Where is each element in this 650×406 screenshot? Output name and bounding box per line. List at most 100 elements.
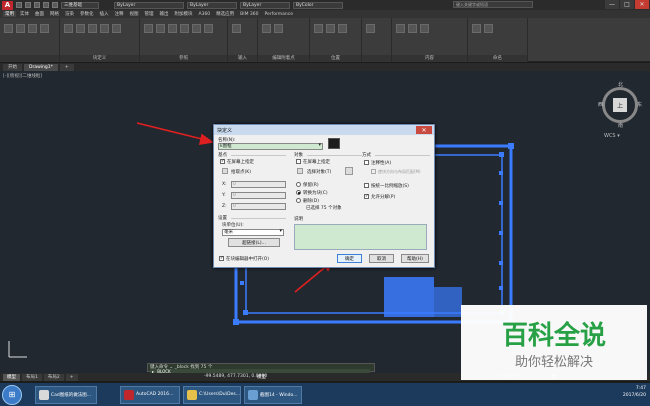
block-name-combo[interactable]: k图框 [218, 143, 323, 150]
tab-drawing1[interactable]: Drawing1* [24, 63, 58, 71]
ribbon-tab[interactable]: 曲面 [33, 11, 46, 17]
ok-button[interactable]: 确定 [337, 254, 362, 263]
linetype-combo[interactable]: ByLayer [187, 1, 237, 9]
ribbon-tab[interactable]: A360 [197, 12, 213, 17]
title-bar: A 三维基础 ByLayer ByLayer ByLayer ByColor [0, 0, 650, 10]
ribbon-tab[interactable]: 注释 [113, 11, 126, 17]
ribbon-tab[interactable]: Performance [263, 12, 296, 17]
redo-icon[interactable] [52, 2, 58, 8]
wcs-menu[interactable]: WCS ▾ [604, 133, 620, 139]
taskbar-item[interactable]: AutoCAD 2016... [120, 385, 180, 404]
base-z-input[interactable]: 0 [231, 203, 286, 210]
select-objects-button[interactable]: 选择对象(T) [307, 169, 331, 175]
maximize-button[interactable]: □ [620, 0, 634, 9]
description-textarea[interactable] [294, 224, 427, 250]
taskbar-item[interactable]: 截图14 - Windo... [244, 385, 302, 404]
convert-to-block-radio[interactable] [296, 190, 301, 195]
taskbar-item[interactable]: Cad图纸的做法图... [35, 385, 97, 404]
dialog-close-button[interactable]: ✕ [416, 126, 432, 134]
close-button[interactable]: ✕ [635, 0, 649, 9]
objects-specify-on-screen-checkbox[interactable] [296, 159, 301, 164]
autocad-logo-icon[interactable]: A [2, 0, 13, 10]
ribbon-tab[interactable]: BIM 360 [238, 12, 260, 17]
search-input[interactable]: 键入关键字或短语 [453, 1, 533, 8]
minimize-button[interactable]: — [605, 0, 619, 9]
watermark-subtitle: 助你轻松解决 [514, 355, 593, 370]
ribbon-tab[interactable]: 视图 [128, 11, 141, 17]
tab-new[interactable]: + [59, 63, 74, 71]
tab-start[interactable]: 开始 [3, 63, 22, 71]
save-icon[interactable] [34, 2, 40, 8]
selected-count: 已选择 75 个对象 [306, 206, 342, 211]
block-unit-select[interactable]: 毫米 [222, 229, 284, 236]
ribbon-tab[interactable]: 实体 [18, 11, 31, 17]
ribbon-tab[interactable]: 网格 [48, 11, 61, 17]
ribbon-tab[interactable]: 常用 [3, 11, 16, 17]
match-orientation-label: 使块方向与布局匹配(M) [378, 169, 421, 174]
dialog-titlebar: 块定义 [214, 125, 434, 135]
tab-add-layout[interactable]: + [65, 373, 78, 381]
settings-title: 设置 [218, 216, 227, 221]
lineweight-combo[interactable]: ByLayer [240, 1, 290, 9]
scale-uniformly-checkbox[interactable] [364, 183, 369, 188]
ribbon-tab[interactable]: 精选应用 [214, 11, 236, 17]
compass-east[interactable]: 东 [637, 101, 642, 108]
ribbon-icons[interactable] [366, 24, 387, 48]
new-file-icon[interactable] [16, 2, 22, 8]
base-specify-on-screen-checkbox[interactable]: ✓ [220, 159, 225, 164]
model-space-toggle[interactable]: 模型 [257, 374, 266, 380]
quick-select-icon[interactable] [345, 167, 353, 175]
ribbon-icons[interactable] [314, 24, 357, 48]
ribbon-tab[interactable]: 输出 [158, 11, 171, 17]
compass-west[interactable]: 西 [598, 101, 603, 108]
document-tabs: 开始 Drawing1* + [0, 63, 650, 71]
block-unit-label: 块单位(U): [222, 223, 244, 228]
ribbon-icons[interactable] [262, 24, 305, 48]
start-button[interactable]: ⊞ [2, 384, 22, 405]
convert-to-block-label: 转换为块(C) [303, 191, 328, 196]
pick-point-icon[interactable] [222, 168, 228, 174]
allow-exploding-checkbox[interactable]: ✓ [364, 194, 369, 199]
match-orientation-checkbox[interactable] [371, 169, 376, 174]
ribbon-icons[interactable] [4, 24, 55, 48]
cancel-button[interactable]: 取消 [369, 254, 394, 263]
retain-radio[interactable] [296, 182, 301, 187]
select-objects-icon[interactable] [297, 168, 303, 174]
ribbon-panel [0, 18, 60, 62]
ribbon-icons[interactable] [64, 24, 135, 48]
tab-model[interactable]: 模型 [3, 373, 20, 381]
annotative-checkbox[interactable] [364, 160, 369, 165]
ribbon-icons[interactable] [396, 24, 463, 48]
watermark-logo: 百科全说 助你轻松解决 [461, 305, 647, 380]
ribbon-panels: 块定义 参照 输入 编辑附着点 位置 内容 命名 [0, 18, 650, 62]
compass-south[interactable]: 南 [618, 122, 623, 129]
tab-layout2[interactable]: 布局2 [43, 373, 64, 381]
compass-north[interactable]: 北 [618, 81, 623, 88]
base-y-input[interactable]: 0 [231, 192, 286, 199]
pick-point-button[interactable]: 拾取点(K) [231, 169, 251, 175]
taskbar-item[interactable]: C:\Users\Du\Des... [183, 385, 241, 404]
ribbon-tab[interactable]: 附加模块 [173, 11, 195, 17]
viewcube-top-face[interactable]: 上 [613, 98, 627, 112]
base-x-input[interactable]: 0 [231, 181, 286, 188]
ribbon-tab[interactable]: 管理 [143, 11, 156, 17]
hyperlink-button[interactable]: 超链接(L)... [228, 238, 280, 247]
open-file-icon[interactable] [25, 2, 31, 8]
system-clock[interactable]: 7:47 2017/6/20 [623, 385, 646, 399]
undo-icon[interactable] [43, 2, 49, 8]
screenshot-icon [248, 389, 258, 400]
ribbon-icons[interactable] [472, 24, 523, 48]
viewcube[interactable]: 北 南 西 东 上 [598, 81, 644, 131]
open-in-editor-checkbox[interactable]: ✓ [219, 256, 224, 261]
color-combo[interactable]: ByColor [293, 1, 343, 9]
tab-layout1[interactable]: 布局1 [22, 373, 42, 381]
help-button[interactable]: 帮助(H) [401, 254, 429, 263]
ribbon-tab[interactable]: 参数化 [78, 11, 96, 17]
workspace-combo[interactable]: 三维基础 [61, 1, 99, 9]
ribbon-tab[interactable]: 渲染 [63, 11, 76, 17]
delete-radio[interactable] [296, 198, 301, 203]
ribbon-icons[interactable] [144, 24, 223, 48]
ribbon-icons[interactable] [232, 24, 253, 48]
ribbon-tab[interactable]: 插入 [98, 11, 111, 17]
layer-combo[interactable]: ByLayer [114, 1, 184, 9]
